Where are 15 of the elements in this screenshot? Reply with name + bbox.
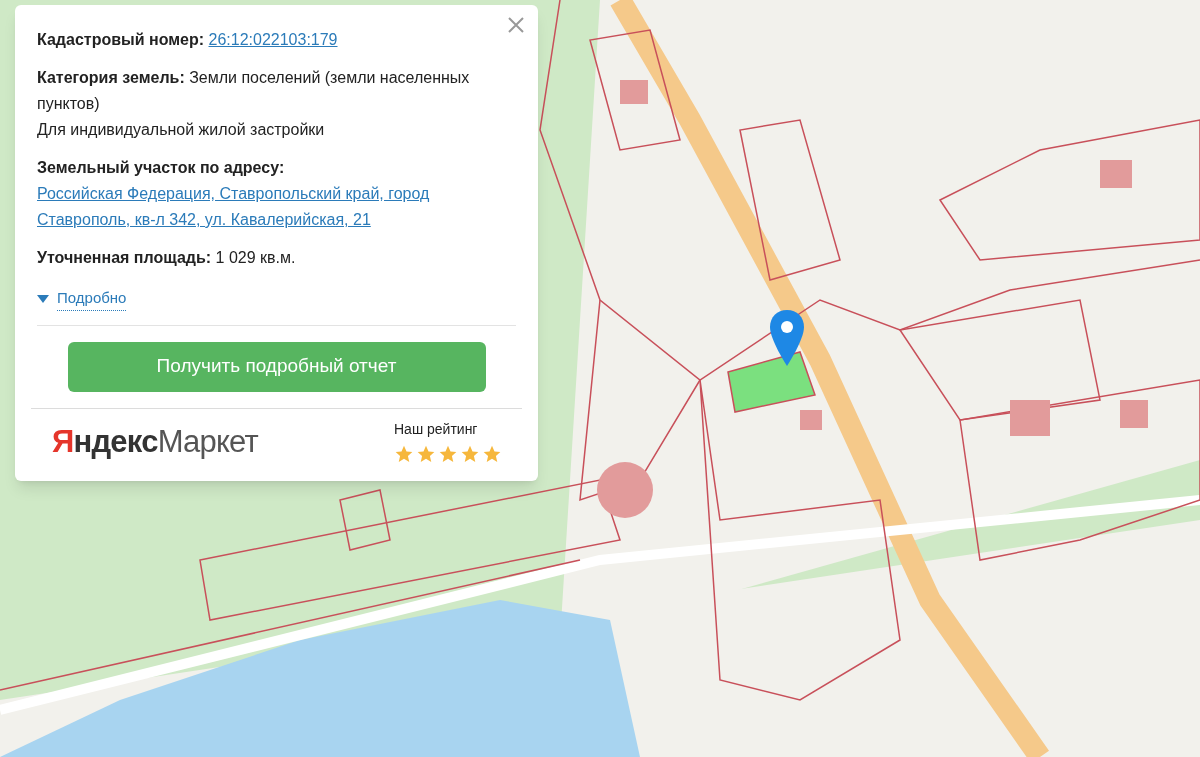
- location-pin-icon: [770, 310, 804, 366]
- triangle-icon: [37, 294, 49, 303]
- field-link[interactable]: 26:12:022103:179: [208, 27, 338, 53]
- details-toggle[interactable]: Подробно: [37, 287, 127, 311]
- field-text: Уточненная площадь: 1 029 кв.м.: [37, 248, 297, 268]
- field-link[interactable]: Российская Федерация, Ставропольский край, город Ставрополь, кв-л 342, ул. Кавалерийская, 21: [37, 181, 508, 233]
- report-button[interactable]: Получить подробный отчет: [67, 341, 486, 392]
- field-text: Категория земель: Земли поселений (земли населенных пунктов): [37, 68, 471, 114]
- rating-label: Наш рейтинг: [394, 420, 478, 440]
- yandex-market-logo: ЯндексМаркет: [52, 422, 258, 461]
- field-label: Земельный участок по адресу:: [37, 159, 285, 176]
- field-note: Для индивидуальной жилой застройки: [37, 120, 326, 140]
- close-icon: [507, 16, 525, 34]
- selected-parcel[interactable]: [727, 351, 816, 413]
- field-label: Кадастровый номер:: [37, 31, 205, 48]
